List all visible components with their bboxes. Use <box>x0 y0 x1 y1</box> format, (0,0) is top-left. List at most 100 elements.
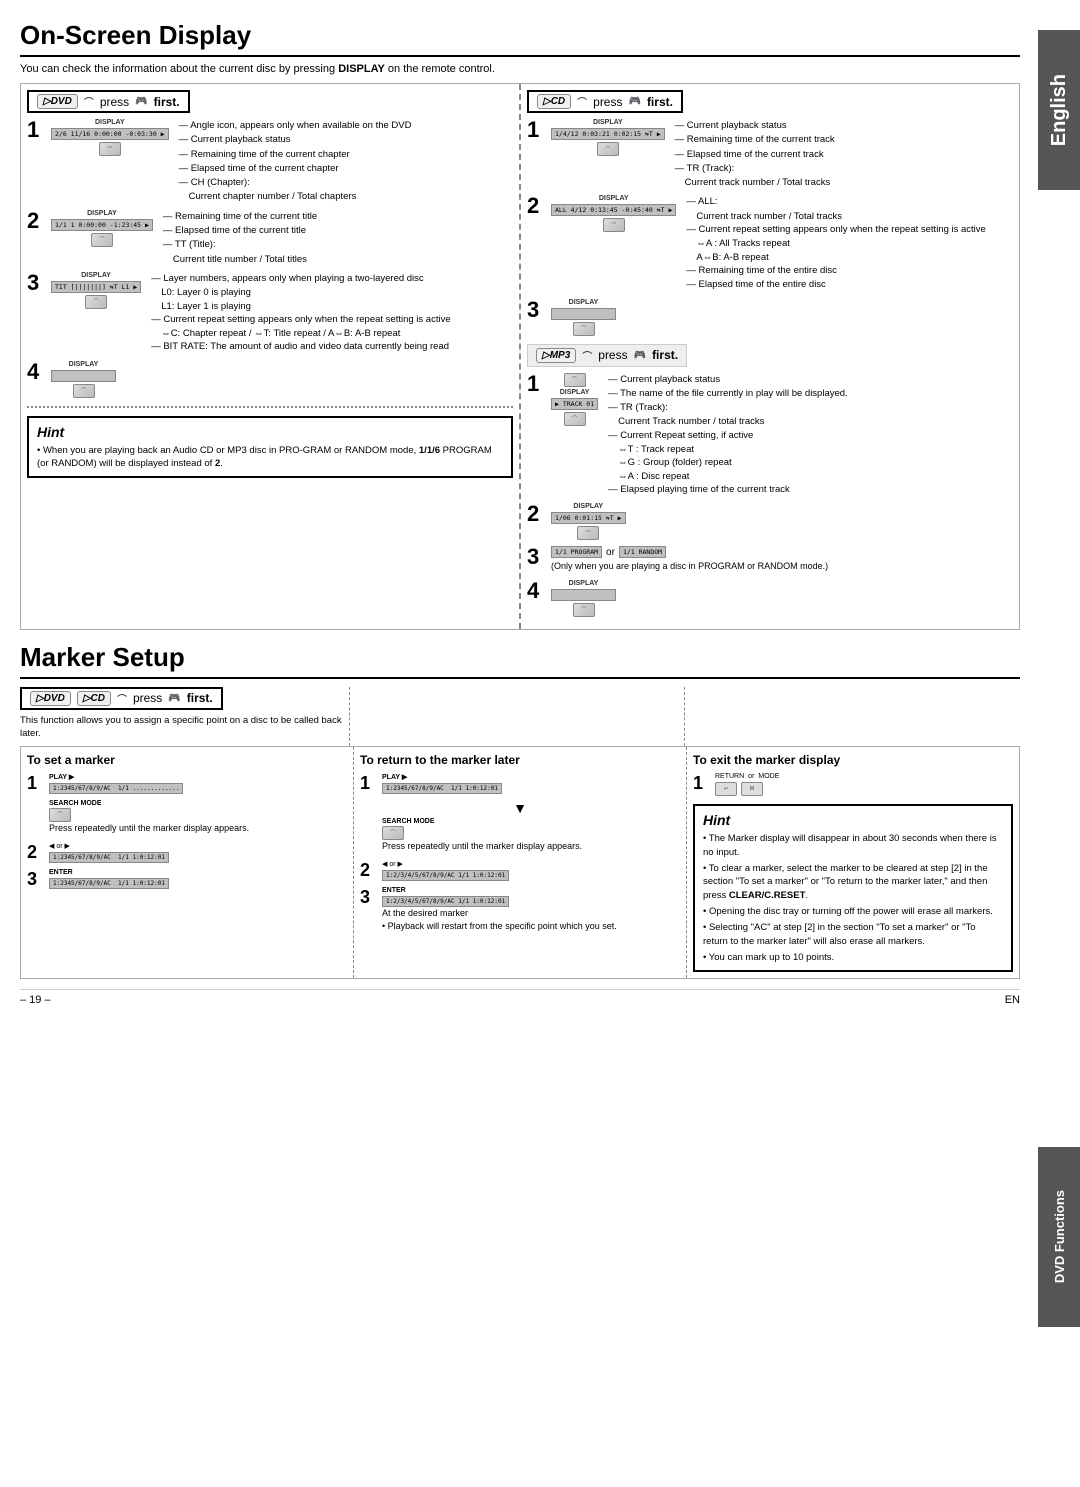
mp3-step4-inner: DISPLAY ⌒ <box>551 580 1013 617</box>
marker-col3-s1-num: 1 <box>693 773 711 794</box>
dvd-hint-title: Hint <box>37 424 503 440</box>
cd-press-label: press <box>593 95 622 109</box>
marker-col2: To return to the marker later 1 PLAY ▶ 1… <box>354 747 687 978</box>
marker-col2-arrow1: ▼ <box>360 800 680 816</box>
dvd-badge: ▷DVD <box>37 94 78 109</box>
return-remote: ↩ <box>715 782 737 796</box>
note-dvd3-1b: L0: Layer 0 is playing <box>151 286 513 299</box>
osd-columns: ▷DVD ⌒ press 🎮 first. 1 DISPLAY 2/6 11/1… <box>20 83 1020 630</box>
marker-col1-search-content: SEARCH MODE ⌒ Press repeatedly until the… <box>49 800 347 835</box>
mp3-step3-screen-a: 1/1 PROGRAM <box>551 546 602 558</box>
note-dvd1-4: — Elapsed time of the current chapter <box>179 162 513 175</box>
mp3-step2-inner: DISPLAY 1/06 0:01:15 ⇆T ▶ ⌒ <box>551 503 1013 540</box>
dvd-step2-num: 2 <box>27 210 43 232</box>
note-cd1-3: — Elapsed time of the current track <box>675 148 1013 161</box>
note-cd2-2: — Current repeat setting appears only wh… <box>686 223 1013 236</box>
note-mp3-1-3b: Current Track number / total tracks <box>608 415 1013 428</box>
mp3-remote-icon: 🎮 <box>634 350 646 361</box>
note-mp3-1-1: — Current playback status <box>608 373 1013 386</box>
footer-lang: EN <box>1005 994 1020 1006</box>
note-cd2-2b: ⇔A : All Tracks repeat <box>686 237 1013 250</box>
osd-left-col: ▷DVD ⌒ press 🎮 first. 1 DISPLAY 2/6 11/1… <box>21 84 521 629</box>
osd-title: On-Screen Display <box>20 20 1020 57</box>
dvd-remote1: ⌒ <box>99 142 121 156</box>
cd-step2-notes: — ALL: Current track number / Total trac… <box>682 195 1013 292</box>
dvd-display-label3: DISPLAY <box>81 272 111 279</box>
osd-section: On-Screen Display You can check the info… <box>20 20 1020 630</box>
dvd-step-4: 4 DISPLAY ⌒ <box>27 361 513 398</box>
footer-page-num: – 19 – <box>20 994 51 1006</box>
note-mp3-1-2: — The name of the file currently in play… <box>608 387 1013 400</box>
dvd-step1-screen: 2/6 11/16 0:00:00 -0:03:30 ▶ <box>51 128 169 140</box>
mp3-display-label1: DISPLAY <box>560 389 590 396</box>
marker-title: Marker Setup <box>20 642 1020 679</box>
dvd-step1-screen-area: DISPLAY 2/6 11/16 0:00:00 -0:03:30 ▶ ⌒ <box>51 119 169 204</box>
cd-step-1: 1 DISPLAY 1/4/12 0:03:21 0:02:15 ⇆T ▶ ⌒ … <box>527 119 1013 189</box>
dvd-step-1: 1 DISPLAY 2/6 11/16 0:00:00 -0:03:30 ▶ ⌒… <box>27 119 513 204</box>
marker-col1-search-icon: SEARCH MODE <box>49 800 347 807</box>
cd-step3-inner: DISPLAY ⌒ <box>551 299 1013 336</box>
cd-remote3: ⌒ <box>573 322 595 336</box>
mp3-step3-row: 1/1 PROGRAM or 1/1 RANDOM <box>551 546 828 558</box>
marker-col3-s1-content: RETURN or MODE ↩ M <box>715 773 1013 796</box>
cd-display-label3: DISPLAY <box>569 299 599 306</box>
marker-col1-step2: 2 ◀ or ▶ 1:2345/67/8/9/AC 1/1 1:0:12:01 <box>27 842 347 863</box>
note-dvd2-3: — TT (Title): <box>163 238 513 251</box>
marker-col2-s3-screen: 1:2/3/4/5/67/8/9/AC 1/1 1:0:12:01 <box>382 896 509 907</box>
marker-col3-header <box>685 687 1020 747</box>
marker-col2-s2-num: 2 <box>360 860 378 881</box>
note-dvd2-3b: Current title number / Total titles <box>163 253 513 266</box>
english-label: English <box>1048 74 1071 146</box>
dvd-remote-icon: 🎮 <box>135 96 147 107</box>
marker-col2-s2-icon: ◀ or ▶ <box>382 860 680 868</box>
note-dvd1-2: — Current playback status <box>179 133 513 146</box>
marker-remote-icon: 🎮 <box>168 693 180 704</box>
dvd-first-label: first. <box>154 95 180 109</box>
marker-col1-s2-screen: 1:2345/67/8/9/AC 1/1 1:0:12:01 <box>49 852 169 863</box>
marker-press-label: press <box>133 691 162 705</box>
note-dvd2-1: — Remaining time of the current title <box>163 210 513 223</box>
cd-step2-screen: ALL 4/12 0:13:45 -0:45:40 ⇆T ▶ <box>551 204 676 216</box>
marker-col2-s1-num: 1 <box>360 773 378 794</box>
marker-col1-s1-screen: 1:2345/67/8/9/AC 1/1 ............. <box>49 783 183 794</box>
marker-col2-s2-screen: 1:2/3/4/5/67/8/9/AC 1/1 1:0:12:01 <box>382 870 509 881</box>
marker-col2-search-icon: SEARCH MODE <box>382 818 680 825</box>
dvd-step3-screen: TIT [|||||||] ⇆T L1 ▶ <box>51 281 141 293</box>
osd-intro: You can check the information about the … <box>20 63 1020 75</box>
marker-press-first: ▷DVD ▷CD ⌒ press 🎮 first. <box>20 687 223 710</box>
mp3-step-2: 2 DISPLAY 1/06 0:01:15 ⇆T ▶ ⌒ <box>527 503 1013 540</box>
dvd-step-3: 3 DISPLAY TIT [|||||||] ⇆T L1 ▶ ⌒ — Laye… <box>27 272 513 355</box>
dvd-press-label: press <box>100 95 129 109</box>
cd-step2-num: 2 <box>527 195 543 217</box>
marker-col2-s1-screen: 1:2345/67/8/9/AC 1/1 1:0:12:01 <box>382 783 502 794</box>
marker-col2-s1-content: PLAY ▶ 1:2345/67/8/9/AC 1/1 1:0:12:01 <box>382 773 680 794</box>
dvd-functions-label: DVD Functions <box>1052 1190 1067 1283</box>
mp3-press-icon: ⌒ <box>582 348 592 363</box>
dvd-press-icon: ⌒ <box>84 94 94 109</box>
marker-col1-s3-icon: ENTER <box>49 869 347 876</box>
marker-col3-s1-icons: RETURN or MODE <box>715 773 1013 780</box>
or-label: or <box>748 773 754 780</box>
marker-col2-title: To return to the marker later <box>360 753 680 767</box>
dvd-step2-inner: DISPLAY 1/1 1 0:00:00 -1:23:45 ▶ ⌒ — Rem… <box>51 210 513 266</box>
marker-col1-s2-content: ◀ or ▶ 1:2345/67/8/9/AC 1/1 1:0:12:01 <box>49 842 347 863</box>
note-cd2-2c: A⇔B: A-B repeat <box>686 251 1013 264</box>
note-mp3-3-1: (Only when you are playing a disc in PRO… <box>551 560 828 573</box>
mp3-step4-screen <box>551 589 616 601</box>
note-cd2-1: — ALL: <box>686 195 1013 208</box>
page-footer: – 19 – EN <box>20 989 1020 1006</box>
dvd-step2-notes: — Remaining time of the current title — … <box>159 210 513 266</box>
cd-step1-num: 1 <box>527 119 543 141</box>
marker-col1-s3-screen: 1:2345/67/8/9/AC 1/1 1:0:12:01 <box>49 878 169 889</box>
dvd-step3-notes: — Layer numbers, appears only when playi… <box>147 272 513 355</box>
mp3-remote1a: ⌒ <box>564 373 586 387</box>
marker-col1-search-note: Press repeatedly until the marker displa… <box>49 822 347 835</box>
marker-press-icon: ⌒ <box>117 691 127 706</box>
note-cd1-2: — Remaining time of the current track <box>675 133 1013 146</box>
note-mp3-1-4b: ⇔T : Track repeat <box>608 443 1013 456</box>
marker-col1: To set a marker 1 PLAY ▶ 1:2345/67/8/9/A… <box>21 747 354 978</box>
marker-columns: To set a marker 1 PLAY ▶ 1:2345/67/8/9/A… <box>20 746 1020 979</box>
marker-col1-s2-icon: ◀ or ▶ <box>49 842 347 850</box>
dvd-step2-screen: 1/1 1 0:00:00 -1:23:45 ▶ <box>51 219 153 231</box>
marker-col1-s2-num: 2 <box>27 842 45 863</box>
